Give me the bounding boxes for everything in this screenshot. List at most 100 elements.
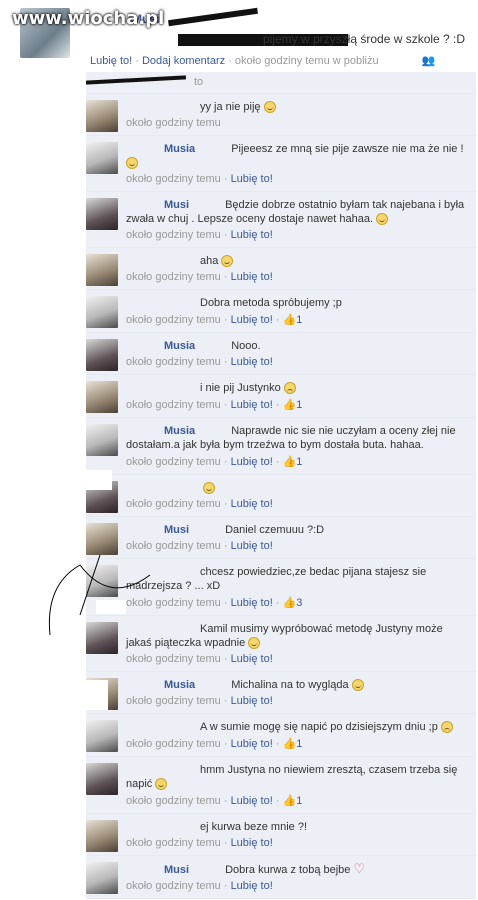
comment-like-link[interactable]: Lubię to! xyxy=(231,795,273,807)
commenter-name[interactable]: Musia xyxy=(164,143,195,155)
redaction-white xyxy=(126,100,200,110)
post-like-link[interactable]: Lubię to! xyxy=(90,55,132,67)
comment-like-link[interactable]: Lubię to! xyxy=(231,837,273,849)
comment-like-link[interactable]: Lubię to! xyxy=(231,653,273,665)
comment-like-link[interactable]: Lubię to! xyxy=(231,597,273,609)
comment-text: Dobra metoda spróbujemy ;p xyxy=(200,297,342,309)
thumbs-up-icon[interactable]: 👍 xyxy=(283,596,297,609)
comment-item: ej kurwa beze mnie ?! około godziny temu … xyxy=(86,814,476,856)
comment-item: Musi Będzie dobrze ostatnio byłam tak naj… xyxy=(86,192,476,248)
comment-item: Musia Michalina na to wygląda około godzi… xyxy=(86,672,476,714)
comment-timestamp[interactable]: około godziny temu xyxy=(126,356,221,368)
comment-text: Daniel czemuuu ?:D xyxy=(225,524,325,536)
commenter-name[interactable]: Musia xyxy=(164,425,195,437)
commenter-avatar[interactable] xyxy=(86,720,118,752)
commenter-avatar[interactable] xyxy=(86,100,118,132)
comment-like-link[interactable]: Lubię to! xyxy=(231,314,273,326)
comment-meta: około godziny temu · Lubię to! xyxy=(126,837,273,849)
comment-body: Musia Michalina na to wygląda xyxy=(126,678,470,692)
commenter-name[interactable]: Musi xyxy=(164,199,189,211)
comment-timestamp[interactable]: około godziny temu xyxy=(126,795,221,807)
comment-timestamp[interactable]: około godziny temu xyxy=(126,695,221,707)
comment-item: Musia Nooo. około godziny temu · Lubię to! xyxy=(86,333,476,375)
thumbs-up-icon[interactable]: 👍 xyxy=(283,313,297,326)
smiley-icon xyxy=(248,637,261,650)
comment-like-link[interactable]: Lubię to! xyxy=(231,356,273,368)
like-count[interactable]: 1 xyxy=(296,738,302,750)
redaction-white xyxy=(126,381,200,391)
redaction-white xyxy=(126,720,200,730)
comment-item: Dobra metoda spróbujemy ;p około godziny … xyxy=(86,290,476,333)
commenter-avatar[interactable] xyxy=(86,820,118,852)
commenter-avatar[interactable] xyxy=(86,424,118,456)
comment-body: Kamil musimy wypróbować metodę Justyny m… xyxy=(126,622,470,650)
redaction-white xyxy=(126,424,164,434)
comment-body xyxy=(126,481,470,495)
comment-timestamp[interactable]: około godziny temu xyxy=(126,173,221,185)
comment-timestamp[interactable]: około godziny temu xyxy=(126,271,221,283)
post-meta: Lubię to! · Dodaj komentarz · około godz… xyxy=(90,55,436,67)
comment-meta: około godziny temu · Lubię to! · 👍1 xyxy=(126,313,303,326)
thumbs-up-icon[interactable]: 👍 xyxy=(283,398,297,411)
comment-timestamp[interactable]: około godziny temu xyxy=(126,229,221,241)
commenter-avatar[interactable] xyxy=(86,339,118,371)
comment-timestamp[interactable]: około godziny temu xyxy=(126,653,221,665)
comment-meta: około godziny temu · Lubię to! xyxy=(126,540,273,552)
comment-item: około godziny temu · Lubię to! xyxy=(86,475,476,517)
like-count[interactable]: 1 xyxy=(296,399,302,411)
comment-like-link[interactable]: Lubię to! xyxy=(231,880,273,892)
comment-meta: około godziny temu · Lubię to! xyxy=(126,356,273,368)
comment-timestamp[interactable]: około godziny temu xyxy=(126,399,221,411)
like-count[interactable]: 1 xyxy=(296,795,302,807)
thumbs-up-icon[interactable]: 👍 xyxy=(283,737,297,750)
comment-meta: około godziny temu · Lubię to! · 👍3 xyxy=(126,596,303,609)
comment-like-link[interactable]: Lubię to! xyxy=(231,399,273,411)
add-comment-link[interactable]: Dodaj komentarz xyxy=(142,55,225,67)
comment-timestamp[interactable]: około godziny temu xyxy=(126,738,221,750)
comment-like-link[interactable]: Lubię to! xyxy=(231,738,273,750)
redaction-white xyxy=(126,820,200,830)
comment-timestamp[interactable]: około godziny temu xyxy=(126,456,221,468)
like-count[interactable]: 1 xyxy=(296,456,302,468)
comment-like-link[interactable]: Lubię to! xyxy=(231,271,273,283)
commenter-avatar[interactable] xyxy=(86,862,118,894)
redaction-white xyxy=(126,481,200,491)
commenter-avatar[interactable] xyxy=(86,254,118,286)
like-count[interactable]: 3 xyxy=(296,597,302,609)
comment-body: chcesz powiedziec,ze bedac pijana stajes… xyxy=(126,565,470,593)
comment-like-link[interactable]: Lubię to! xyxy=(231,173,273,185)
comment-like-link[interactable]: Lubię to! xyxy=(231,695,273,707)
thumbs-up-icon[interactable]: 👍 xyxy=(283,794,297,807)
comment-body: Musi Będzie dobrze ostatnio byłam tak naj… xyxy=(126,198,470,226)
comment-meta: około godziny temu · Lubię to! · 👍1 xyxy=(126,794,303,807)
commenter-avatar[interactable] xyxy=(86,381,118,413)
comment-body: Musi Daniel czemuuu ?:D xyxy=(126,523,470,537)
comment-meta: około godziny temu · Lubię to! xyxy=(126,653,273,665)
commenter-avatar[interactable] xyxy=(86,142,118,174)
comment-timestamp[interactable]: około godziny temu xyxy=(126,498,221,510)
comment-like-link[interactable]: Lubię to! xyxy=(231,540,273,552)
comment-timestamp[interactable]: około godziny temu xyxy=(126,837,221,849)
commenter-name[interactable]: Musi xyxy=(164,524,189,536)
heart-icon: ♡ xyxy=(353,861,366,876)
commenter-avatar[interactable] xyxy=(86,198,118,230)
commenter-name[interactable]: Musia xyxy=(164,340,195,352)
commenter-name[interactable]: Musia xyxy=(164,679,195,691)
redaction-white xyxy=(126,339,164,349)
comment-like-link[interactable]: Lubię to! xyxy=(231,498,273,510)
comment-timestamp[interactable]: około godziny temu xyxy=(126,880,221,892)
comment-timestamp[interactable]: około godziny temu xyxy=(126,117,221,129)
comment-text: Michalina na to wygląda xyxy=(231,679,349,691)
redaction-white xyxy=(86,680,108,710)
comment-meta: około godziny temu · Lubię to! xyxy=(126,271,273,283)
smiley-icon xyxy=(126,157,138,170)
comment-timestamp[interactable]: około godziny temu xyxy=(126,314,221,326)
commenter-avatar[interactable] xyxy=(86,763,118,795)
commenter-avatar[interactable] xyxy=(86,296,118,328)
comment-like-link[interactable]: Lubię to! xyxy=(231,456,273,468)
comment-text: ej kurwa beze mnie ?! xyxy=(200,821,307,833)
commenter-name[interactable]: Musi xyxy=(164,864,189,876)
comment-like-link[interactable]: Lubię to! xyxy=(231,229,273,241)
like-count[interactable]: 1 xyxy=(296,314,302,326)
thumbs-up-icon[interactable]: 👍 xyxy=(283,455,297,468)
